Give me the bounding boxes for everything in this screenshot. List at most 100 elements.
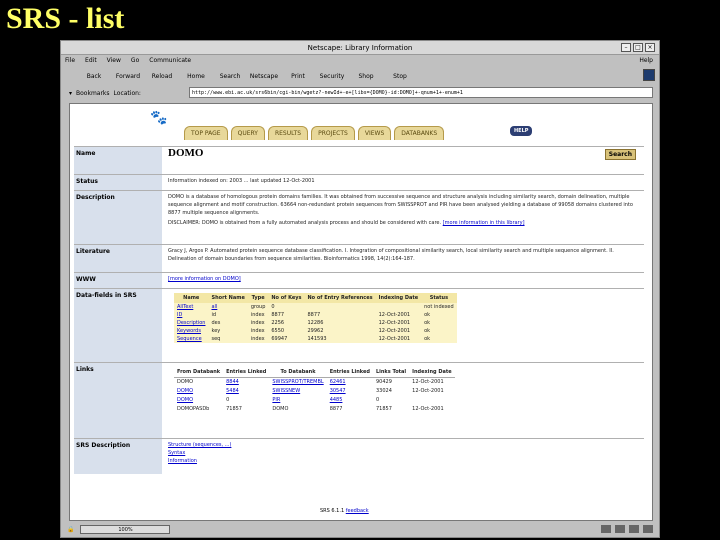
databank-link[interactable]: SWISSNEW bbox=[269, 387, 326, 396]
tab-databanks[interactable]: DATABANKS bbox=[394, 126, 445, 140]
tab-projects[interactable]: PROJECTS bbox=[311, 126, 355, 140]
bookmarks-button[interactable]: Bookmarks bbox=[76, 90, 110, 97]
close-button[interactable]: × bbox=[645, 43, 655, 52]
srs-version: SRS 6.1.1 bbox=[320, 508, 345, 514]
table-row: Sequence seq index 69947 141593 12-Oct-2… bbox=[174, 335, 457, 343]
stop-button[interactable]: Stop bbox=[383, 73, 417, 80]
menu-view[interactable]: View bbox=[107, 55, 121, 67]
entries-link[interactable]: 30547 bbox=[327, 387, 373, 396]
field-name-link[interactable]: ID bbox=[174, 311, 209, 319]
column-header: Links Total bbox=[372, 367, 410, 378]
location-label: Location: bbox=[113, 89, 141, 97]
more-info-link[interactable]: [more information in this library] bbox=[443, 220, 525, 226]
component-bar-composer-icon[interactable] bbox=[643, 525, 653, 533]
tab-results[interactable]: RESULTS bbox=[267, 126, 309, 140]
column-header: No of Keys bbox=[268, 293, 305, 303]
syntax-link[interactable]: Syntax bbox=[168, 449, 640, 457]
databank-link[interactable]: PIR bbox=[269, 396, 326, 405]
entries-link[interactable]: 5484 bbox=[223, 387, 269, 396]
table-cell: 0 bbox=[226, 397, 230, 403]
status-row: Status Information indexed on: 2003 ... … bbox=[74, 174, 644, 190]
table-cell bbox=[304, 303, 376, 311]
field-name-link[interactable]: Keywords bbox=[174, 327, 209, 335]
menu-help[interactable]: Help bbox=[639, 55, 653, 67]
databank-link[interactable]: SWISSPROT/TREMBL bbox=[269, 378, 326, 387]
databank-link[interactable]: DOMO bbox=[174, 387, 223, 396]
table-cell: ok bbox=[421, 335, 457, 343]
menu-file[interactable]: File bbox=[65, 55, 75, 67]
name-label: Name bbox=[74, 147, 162, 174]
field-name-link[interactable]: AllText bbox=[174, 303, 209, 311]
component-bar-news-icon[interactable] bbox=[629, 525, 639, 533]
tab-query[interactable]: QUERY bbox=[230, 126, 265, 140]
table-cell: index bbox=[247, 319, 269, 327]
table-cell: 71857 bbox=[226, 406, 242, 412]
datafields-table: Name Short Name Type No of Keys No of En… bbox=[174, 293, 457, 343]
print-button[interactable]: Print bbox=[281, 73, 315, 80]
literature-row: Literature Gracy J, Argos P. Automated p… bbox=[74, 244, 644, 272]
structure-link[interactable]: Structure (sequences, ...) bbox=[168, 441, 640, 449]
feedback-link[interactable]: feedback bbox=[346, 508, 369, 514]
table-cell: DOMO bbox=[177, 379, 194, 386]
component-bar-navigator-icon[interactable] bbox=[601, 525, 611, 533]
entries-link[interactable]: 8844 bbox=[223, 378, 269, 387]
home-button[interactable]: Home bbox=[179, 73, 213, 80]
component-bar-mail-icon[interactable] bbox=[615, 525, 625, 533]
security-button[interactable]: Security bbox=[315, 73, 349, 80]
field-short-link[interactable]: all bbox=[208, 303, 248, 311]
bookmarks-icon[interactable]: ▾ bbox=[69, 90, 72, 97]
table-cell: 12-Oct-2001 bbox=[375, 335, 422, 343]
name-value: DOMO bbox=[168, 147, 204, 159]
tab-top-page[interactable]: TOP PAGE bbox=[184, 126, 228, 140]
minimize-button[interactable]: – bbox=[621, 43, 631, 52]
shop-button[interactable]: Shop bbox=[349, 73, 383, 80]
databank-link[interactable]: DOMO bbox=[174, 396, 223, 405]
column-header: No of Entry References bbox=[304, 293, 376, 303]
location-bar: ▾ Bookmarks Location: http://www.ebi.ac.… bbox=[61, 85, 659, 101]
table-cell: key bbox=[208, 327, 248, 335]
back-button[interactable]: Back bbox=[77, 73, 111, 80]
table-cell: DOMO bbox=[272, 406, 289, 412]
entries-link[interactable]: 62461 bbox=[327, 378, 373, 387]
window-titlebar: Netscape: Library Information – □ × bbox=[61, 41, 659, 55]
table-cell: 90429 bbox=[375, 379, 392, 386]
netscape-button[interactable]: Netscape bbox=[247, 73, 281, 80]
maximize-button[interactable]: □ bbox=[633, 43, 643, 52]
www-label: WWW bbox=[74, 273, 162, 288]
security-lock-icon[interactable]: 🔒 bbox=[67, 526, 74, 533]
url-input[interactable]: http://www.ebi.ac.uk/srs6bin/cgi-bin/wge… bbox=[189, 87, 653, 98]
www-link[interactable]: [more information on DOMO] bbox=[168, 276, 241, 282]
table-cell: 12-Oct-2001 bbox=[412, 388, 444, 394]
srs-tab-bar: TOP PAGE QUERY RESULTS PROJECTS VIEWS DA… bbox=[184, 126, 445, 140]
status-bar: 🔒 100% bbox=[61, 521, 659, 537]
table-row: AllText all group 0 not indexed bbox=[174, 303, 457, 311]
table-cell: 2256 bbox=[268, 319, 305, 327]
field-name-link[interactable]: Sequence bbox=[174, 335, 209, 343]
search-button[interactable]: Search bbox=[213, 73, 247, 80]
tab-views[interactable]: VIEWS bbox=[357, 126, 392, 140]
table-cell: 6550 bbox=[268, 327, 305, 335]
table-cell: index bbox=[247, 311, 269, 319]
progress-indicator: 100% bbox=[80, 524, 171, 534]
column-header: Status bbox=[421, 293, 457, 303]
table-cell: 8877 bbox=[329, 406, 343, 412]
field-name-link[interactable]: Description bbox=[174, 319, 209, 327]
srs-paw-logo-icon: 🐾 bbox=[150, 110, 168, 126]
entries-link[interactable]: 4485 bbox=[327, 396, 373, 405]
information-link[interactable]: Information bbox=[168, 457, 640, 465]
srs-description-row: SRS Description Structure (sequences, ..… bbox=[74, 438, 644, 474]
menu-go[interactable]: Go bbox=[131, 55, 139, 67]
status-label: Status bbox=[74, 175, 162, 190]
column-header: To Databank bbox=[269, 367, 327, 378]
menu-communicate[interactable]: Communicate bbox=[149, 55, 191, 67]
library-search-button[interactable]: Search bbox=[604, 149, 636, 160]
links-label: Links bbox=[74, 363, 162, 438]
table-cell: 0 bbox=[375, 397, 380, 403]
reload-button[interactable]: Reload bbox=[145, 73, 179, 80]
menu-edit[interactable]: Edit bbox=[85, 55, 97, 67]
srs-help-button[interactable]: HELP bbox=[510, 126, 533, 136]
literature-label: Literature bbox=[74, 245, 162, 272]
table-cell: ok bbox=[421, 327, 457, 335]
column-header: Indexing Date bbox=[409, 367, 455, 378]
forward-button[interactable]: Forward bbox=[111, 73, 145, 80]
